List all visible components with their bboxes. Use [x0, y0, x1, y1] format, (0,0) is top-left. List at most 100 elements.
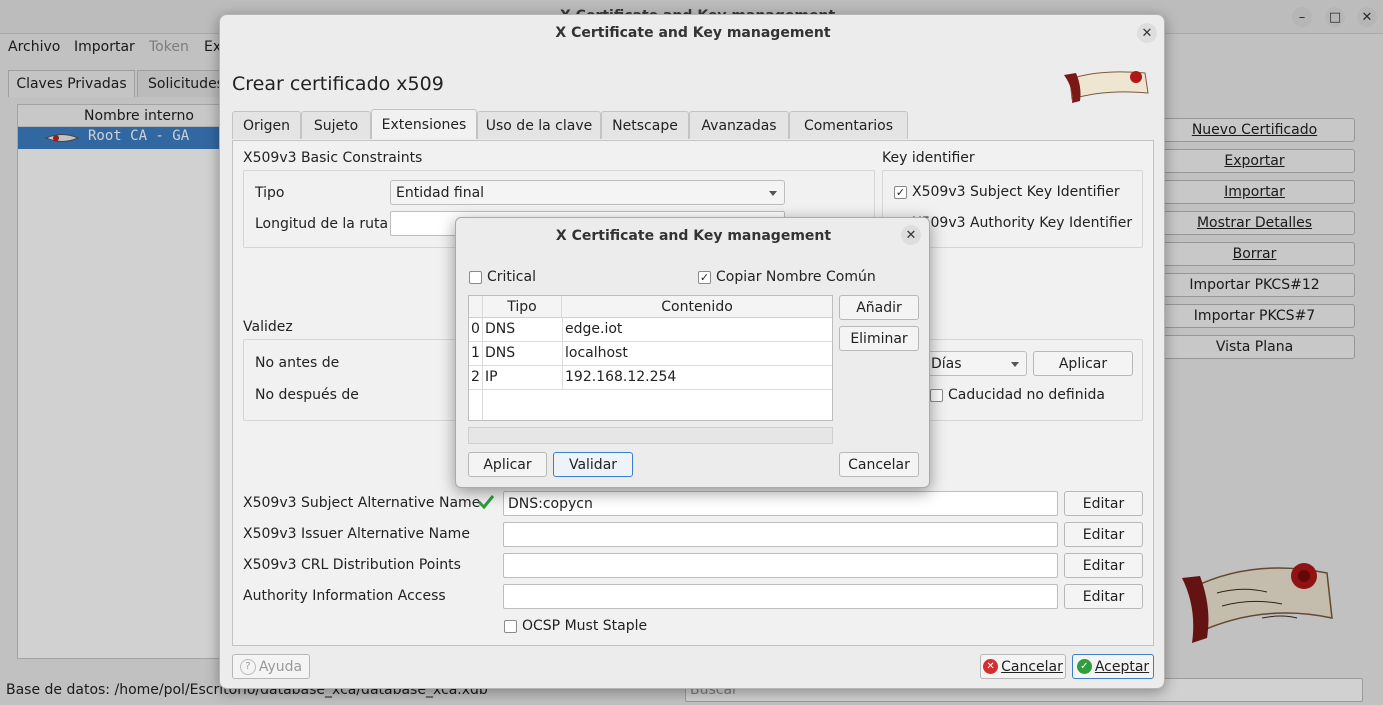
san-value: DNS:copycn	[508, 495, 593, 512]
validez-title: Validez	[243, 319, 293, 335]
row-tipo: DNS	[485, 345, 516, 361]
tab-origen[interactable]: Origen	[232, 111, 301, 139]
basic-constraints-title: X509v3 Basic Constraints	[243, 150, 423, 166]
button-label: Cancelar	[1001, 658, 1063, 675]
san-label: X509v3 Subject Alternative Name	[243, 495, 481, 511]
button-label: Cancelar	[848, 456, 910, 473]
tab-label: Origen	[242, 117, 291, 134]
modal-title: X Certificate and Key management	[555, 228, 832, 244]
crl-label: X509v3 CRL Distribution Points	[243, 557, 461, 573]
tab-uso-clave[interactable]: Uso de la clave	[477, 111, 601, 139]
button-label: Editar	[1082, 526, 1125, 543]
aia-edit-button[interactable]: Editar	[1064, 584, 1143, 609]
modal-cancel-button[interactable]: Cancelar	[839, 452, 919, 477]
button-label: Editar	[1082, 588, 1125, 605]
ocsp-checkbox[interactable]	[504, 620, 517, 633]
check-icon	[477, 495, 495, 510]
tab-netscape[interactable]: Netscape	[601, 111, 689, 139]
copy-cn-checkbox[interactable]: ✓	[698, 271, 711, 284]
tab-label: Uso de la clave	[485, 117, 593, 134]
no-antes-label: No antes de	[255, 355, 340, 371]
accept-button[interactable]: ✓ Aceptar	[1072, 654, 1154, 679]
tab-extensiones[interactable]: Extensiones	[371, 109, 477, 139]
duration-unit-select[interactable]: Días	[925, 351, 1027, 376]
table-row[interactable]: 1 DNS localhost	[469, 342, 832, 366]
san-editor-dialog: X Certificate and Key management ✕ Criti…	[455, 217, 930, 488]
ian-input[interactable]	[503, 522, 1058, 547]
row-index: 0	[471, 321, 480, 337]
crl-input[interactable]	[503, 553, 1058, 578]
header-tipo[interactable]: Tipo	[482, 296, 562, 318]
row-index: 2	[471, 369, 480, 385]
copy-cn-label: Copiar Nombre Común	[716, 269, 876, 285]
dialog-tabs: Origen Sujeto Extensiones Uso de la clav…	[232, 109, 1152, 141]
tipo-column-divider	[562, 318, 563, 390]
row-tipo: DNS	[485, 321, 516, 337]
header-contenido[interactable]: Contenido	[562, 296, 832, 318]
duration-unit-value: Días	[931, 355, 962, 372]
validez-apply-button[interactable]: Aplicar	[1033, 351, 1133, 376]
index-column-divider	[482, 318, 483, 420]
help-icon: ?	[239, 658, 256, 675]
modal-validate-button[interactable]: Validar	[553, 452, 633, 477]
critical-checkbox[interactable]	[469, 271, 482, 284]
modal-close-button[interactable]: ✕	[901, 225, 921, 245]
button-label: Eliminar	[850, 330, 908, 347]
dialog-close-button[interactable]: ✕	[1137, 23, 1157, 43]
subject-key-id-label: X509v3 Subject Key Identifier	[912, 184, 1120, 200]
row-tipo: IP	[485, 369, 498, 385]
help-button[interactable]: ? Ayuda	[232, 654, 310, 679]
button-label: Aceptar	[1094, 658, 1150, 675]
chevron-down-icon	[1011, 361, 1019, 367]
add-button[interactable]: Añadir	[839, 295, 919, 320]
row-contenido: 192.168.12.254	[565, 369, 677, 385]
cancel-button[interactable]: ✕ Cancelar	[980, 654, 1066, 679]
tab-avanzadas[interactable]: Avanzadas	[689, 111, 789, 139]
table-header: Tipo Contenido	[469, 296, 832, 318]
tab-label: Sujeto	[313, 117, 359, 134]
tab-comentarios[interactable]: Comentarios	[789, 111, 908, 139]
chevron-down-icon	[769, 190, 777, 196]
critical-label: Critical	[487, 269, 536, 285]
authority-key-id-label: X509v3 Authority Key Identifier	[912, 215, 1133, 231]
san-table[interactable]: Tipo Contenido 0 DNS edge.iot 1 DNS loca…	[468, 295, 833, 421]
dialog-title: X Certificate and Key management	[555, 25, 831, 41]
remove-button[interactable]: Eliminar	[839, 326, 919, 351]
no-expiry-checkbox[interactable]	[930, 389, 943, 402]
validation-message-field	[468, 427, 833, 444]
xca-logo-small	[1064, 71, 1149, 103]
crl-edit-button[interactable]: Editar	[1064, 553, 1143, 578]
san-edit-button[interactable]: Editar	[1064, 491, 1143, 516]
ocsp-label: OCSP Must Staple	[522, 618, 648, 634]
table-row[interactable]: 0 DNS edge.iot	[469, 318, 832, 342]
button-label: Editar	[1082, 495, 1125, 512]
button-label: Añadir	[856, 299, 902, 316]
no-despues-label: No después de	[255, 387, 359, 403]
subject-key-id-checkbox[interactable]: ✓	[894, 186, 907, 199]
button-label: Validar	[568, 456, 618, 473]
tab-label: Comentarios	[803, 117, 894, 134]
ian-label: X509v3 Issuer Alternative Name	[243, 526, 470, 542]
tipo-label: Tipo	[255, 185, 285, 201]
row-index: 1	[471, 345, 480, 361]
tab-label: Avanzadas	[701, 117, 777, 134]
modal-apply-button[interactable]: Aplicar	[468, 452, 547, 477]
cancel-icon: ✕	[983, 659, 999, 674]
no-expiry-label: Caducidad no definida	[948, 387, 1105, 403]
san-input[interactable]: DNS:copycn	[503, 491, 1058, 516]
ian-edit-button[interactable]: Editar	[1064, 522, 1143, 547]
ruta-label: Longitud de la ruta	[255, 216, 389, 232]
tipo-select[interactable]: Entidad final	[390, 180, 785, 205]
aia-input[interactable]	[503, 584, 1058, 609]
row-contenido: edge.iot	[565, 321, 623, 337]
tab-label: Extensiones	[381, 116, 467, 133]
button-label: Ayuda	[258, 658, 303, 675]
button-label: Aplicar	[483, 456, 532, 473]
tab-sujeto[interactable]: Sujeto	[301, 111, 371, 139]
row-contenido: localhost	[565, 345, 628, 361]
dialog-heading: Crear certificado x509	[232, 73, 444, 95]
key-identifier-title: Key identifier	[882, 150, 975, 166]
accept-icon: ✓	[1076, 659, 1092, 674]
button-label: Aplicar	[1058, 355, 1108, 372]
table-row[interactable]: 2 IP 192.168.12.254	[469, 366, 832, 390]
